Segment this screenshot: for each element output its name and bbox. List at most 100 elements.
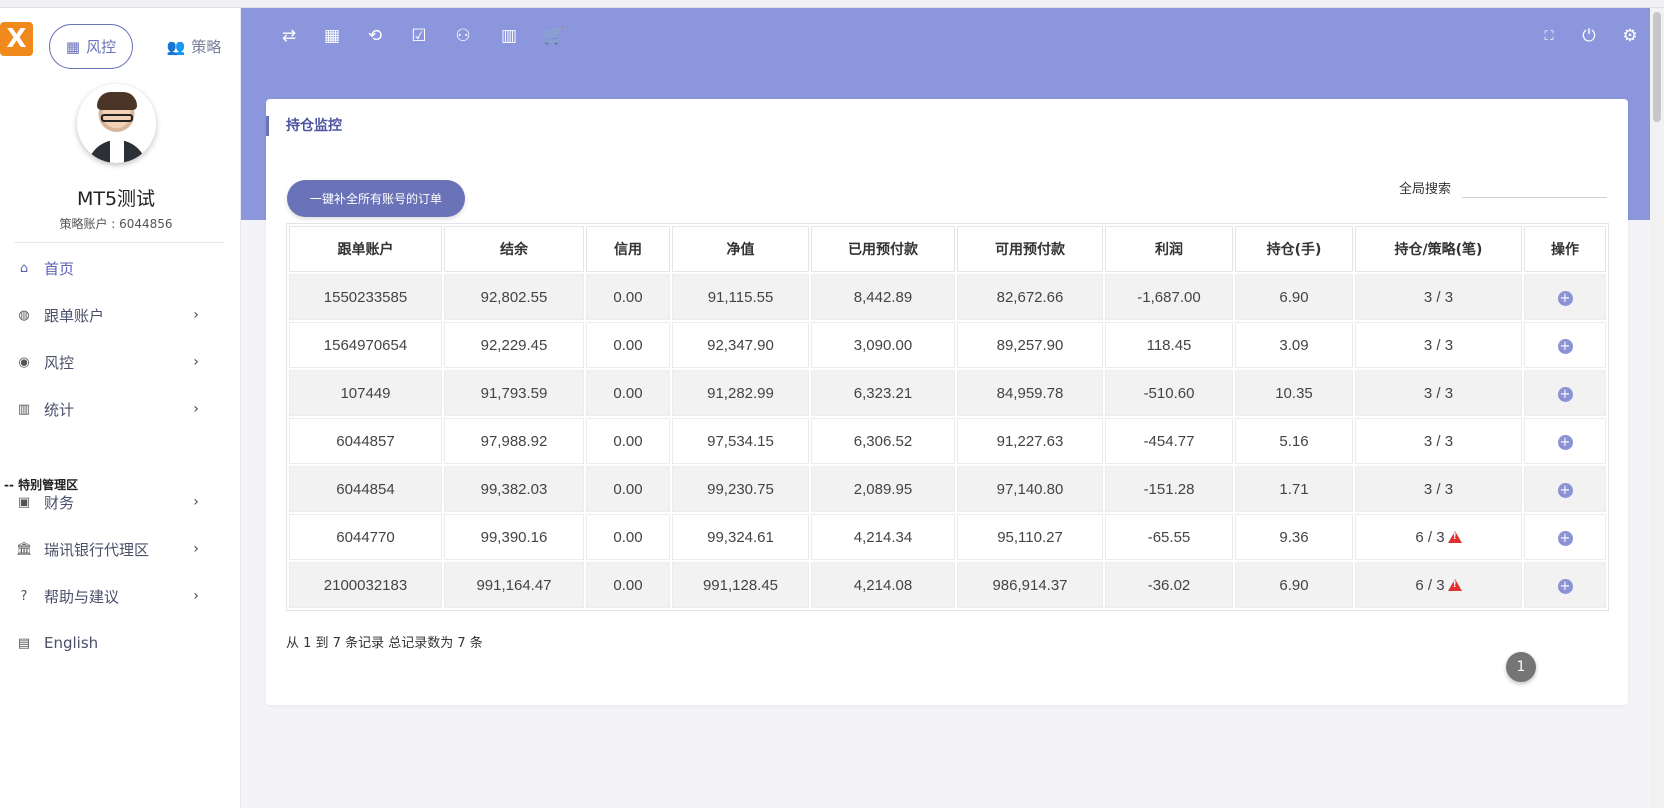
add-circle-icon[interactable]: + <box>1557 578 1573 594</box>
sidebar-item-stats[interactable]: ▥ 统计 › <box>0 385 232 433</box>
clipboard-check-icon[interactable]: ☑ <box>408 25 430 47</box>
cell-free-margin: 82,672.66 <box>957 274 1103 320</box>
cell-equity: 91,115.55 <box>672 274 809 320</box>
sidebar-item-english[interactable]: ▤ English <box>0 619 232 667</box>
cell-lots: 6.90 <box>1235 562 1353 608</box>
settings-icon[interactable]: ⚙ <box>1619 25 1641 47</box>
fill-all-orders-button[interactable]: 一键补全所有账号的订单 <box>287 180 465 217</box>
cell-account: 2100032183 <box>289 562 442 608</box>
wallet-icon: ▣ <box>17 494 31 510</box>
cell-lots: 10.35 <box>1235 370 1353 416</box>
cell-ratio: 3 / 3 <box>1355 418 1522 464</box>
pagination-page-1[interactable]: 1 <box>1506 652 1536 682</box>
cart-icon[interactable]: 🛒 <box>543 25 565 47</box>
avatar-shirt <box>110 140 124 163</box>
sidebar-item-label: 风控 <box>44 353 75 372</box>
col-header[interactable]: 持仓(手) <box>1235 226 1353 272</box>
cell-balance: 991,164.47 <box>444 562 584 608</box>
cell-credit: 0.00 <box>586 322 670 368</box>
col-header[interactable]: 信用 <box>586 226 670 272</box>
add-circle-icon[interactable]: + <box>1557 530 1573 546</box>
cell-profit: -65.55 <box>1105 514 1233 560</box>
sidebar-item-risk[interactable]: ◉ 风控 › <box>0 338 232 386</box>
cell-action: + <box>1524 562 1606 608</box>
report-icon[interactable]: ▥ <box>498 25 520 47</box>
global-search-input[interactable] <box>1462 176 1607 198</box>
page-scrollbar[interactable] <box>1650 8 1664 808</box>
cell-action: + <box>1524 370 1606 416</box>
records-summary: 从 1 到 7 条记录 总记录数为 7 条 <box>286 636 483 651</box>
cell-free-margin: 89,257.90 <box>957 322 1103 368</box>
avatar[interactable] <box>77 84 156 163</box>
cell-lots: 9.36 <box>1235 514 1353 560</box>
cell-action: + <box>1524 514 1606 560</box>
chevron-right-icon: › <box>193 354 199 370</box>
fullscreen-icon[interactable]: ⛶ <box>1538 25 1560 47</box>
col-header[interactable]: 净值 <box>672 226 809 272</box>
sidebar-item-finance[interactable]: ▣ 财务 › <box>0 478 232 526</box>
cell-used-margin: 2,089.95 <box>811 466 955 512</box>
ratio-text: 6 / 3 <box>1415 576 1445 594</box>
chevron-right-icon: › <box>193 541 199 557</box>
sidebar-item-help[interactable]: ? 帮助与建议 › <box>0 572 232 620</box>
table-row: 6044857 97,988.92 0.00 97,534.15 6,306.5… <box>289 418 1606 464</box>
scrollbar-thumb[interactable] <box>1653 12 1661 122</box>
power-icon[interactable]: ⏻ <box>1578 25 1600 47</box>
cell-account: 6044857 <box>289 418 442 464</box>
cell-account: 6044770 <box>289 514 442 560</box>
sidebar-item-label: 跟单账户 <box>44 306 105 325</box>
add-circle-icon[interactable]: + <box>1557 434 1573 450</box>
sidebar-item-home[interactable]: ⌂ 首页 <box>0 244 232 292</box>
users-icon[interactable]: ⚇ <box>452 25 474 47</box>
cell-equity: 99,230.75 <box>672 466 809 512</box>
app-logo[interactable]: X <box>0 22 33 56</box>
cell-balance: 92,229.45 <box>444 322 584 368</box>
chevron-right-icon: › <box>193 401 199 417</box>
avatar-hair <box>97 92 137 110</box>
cell-free-margin: 986,914.37 <box>957 562 1103 608</box>
ratio-text: 3 / 3 <box>1423 336 1454 354</box>
avatar-glasses <box>101 114 133 122</box>
col-header[interactable]: 利润 <box>1105 226 1233 272</box>
user-name: MT5测试 <box>76 188 156 210</box>
cell-ratio: 3 / 3 <box>1355 322 1522 368</box>
sidebar-item-label: 首页 <box>44 259 75 278</box>
add-circle-icon[interactable]: + <box>1557 482 1573 498</box>
repeat-icon[interactable]: ⟲ <box>364 25 386 47</box>
cell-balance: 99,382.03 <box>444 466 584 512</box>
sidebar-item-label: 财务 <box>44 493 75 512</box>
cell-free-margin: 95,110.27 <box>957 514 1103 560</box>
cell-ratio: 3 / 3 <box>1355 466 1522 512</box>
swap-icon[interactable]: ⇄ <box>278 25 300 47</box>
add-circle-icon[interactable]: + <box>1557 338 1573 354</box>
ratio-text: 3 / 3 <box>1423 432 1454 450</box>
sidebar-item-bank-agent[interactable]: 🏛 瑞讯银行代理区 › <box>0 525 232 573</box>
cell-lots: 5.16 <box>1235 418 1353 464</box>
help-circle-icon: ? <box>20 588 28 604</box>
table-row: 6044770 99,390.16 0.00 99,324.61 4,214.3… <box>289 514 1606 560</box>
cell-action: + <box>1524 322 1606 368</box>
cell-ratio: 3 / 3 <box>1355 274 1522 320</box>
tab-risk[interactable]: ▦ 风控 <box>49 24 133 69</box>
dashboard-icon[interactable]: ▦ <box>321 25 343 47</box>
cell-equity: 991,128.45 <box>672 562 809 608</box>
cell-lots: 1.71 <box>1235 466 1353 512</box>
cell-action: + <box>1524 274 1606 320</box>
cell-equity: 92,347.90 <box>672 322 809 368</box>
col-header[interactable]: 结余 <box>444 226 584 272</box>
add-circle-icon[interactable]: + <box>1557 290 1573 306</box>
col-header[interactable]: 可用预付款 <box>957 226 1103 272</box>
tab-strategy[interactable]: 👥 策略 <box>152 24 236 69</box>
col-header[interactable]: 操作 <box>1524 226 1606 272</box>
cell-action: + <box>1524 466 1606 512</box>
cell-lots: 3.09 <box>1235 322 1353 368</box>
logo-glyph: X <box>6 24 27 54</box>
home-icon: ⌂ <box>19 260 29 276</box>
cell-credit: 0.00 <box>586 514 670 560</box>
sidebar: X ▦ 风控 👥 策略 MT5测试 策略账户 : 6044856 ⌂ 首页 ◍ … <box>0 8 241 808</box>
col-header[interactable]: 跟单账户 <box>289 226 442 272</box>
sidebar-item-follow-accounts[interactable]: ◍ 跟单账户 › <box>0 291 232 339</box>
col-header[interactable]: 已用预付款 <box>811 226 955 272</box>
add-circle-icon[interactable]: + <box>1557 386 1573 402</box>
col-header[interactable]: 持仓/策略(笔) <box>1355 226 1522 272</box>
